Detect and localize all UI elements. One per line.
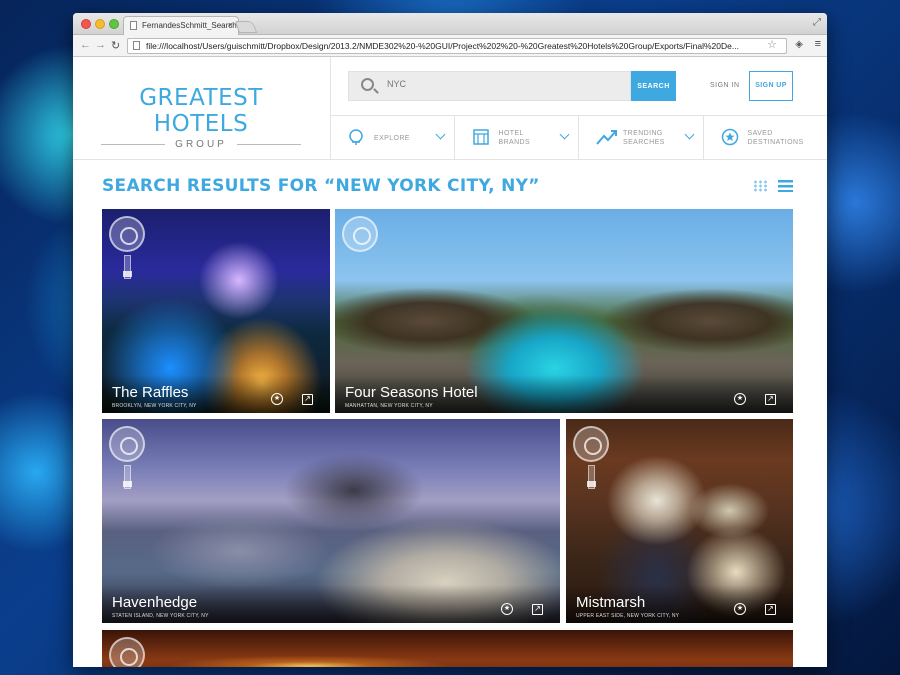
nav-label: HOTEL BRANDS xyxy=(499,129,551,147)
nav-label-line: SAVED xyxy=(747,130,773,137)
divider xyxy=(101,144,166,145)
bookmark-star-icon[interactable]: ☆ xyxy=(767,38,777,51)
new-tab-button[interactable] xyxy=(234,21,258,33)
globe-icon xyxy=(347,128,365,146)
share-icon[interactable]: ↗ xyxy=(532,604,543,615)
logo-subtitle: GROUP xyxy=(175,139,227,150)
page-icon xyxy=(130,21,137,30)
nav-label-line: SEARCHES xyxy=(623,139,665,146)
chevron-down-icon[interactable] xyxy=(435,129,445,140)
favorite-star-icon[interactable]: ★ xyxy=(271,393,283,405)
menu-icon[interactable]: ≡ xyxy=(815,38,821,50)
building-icon xyxy=(472,128,490,146)
hotel-location: UPPER EAST SIDE, NEW YORK CITY, NY xyxy=(576,613,680,619)
nav-label-line: TRENDING xyxy=(623,130,663,137)
trending-icon xyxy=(596,128,617,146)
chevron-down-icon[interactable] xyxy=(559,129,570,140)
nav-item-hotel-brands[interactable]: HOTEL BRANDS xyxy=(455,116,579,160)
divider xyxy=(236,144,302,145)
search-button[interactable]: SEARCH xyxy=(631,71,676,101)
extension-icon[interactable]: ◈ xyxy=(795,39,803,50)
share-icon[interactable]: ↗ xyxy=(765,604,776,615)
browser-toolbar: ← → ↻ file:///localhost/Users/guischmitt… xyxy=(73,35,827,57)
close-window-button[interactable] xyxy=(81,19,91,29)
fullscreen-icon[interactable]: ⤢ xyxy=(813,17,821,28)
hotel-location: STATEN ISLAND, NEW YORK CITY, NY xyxy=(112,613,209,619)
nav-label-line: BRANDS xyxy=(498,139,531,146)
zoom-slider[interactable] xyxy=(123,465,132,489)
favorite-star-icon[interactable]: ★ xyxy=(734,393,746,405)
hotel-card[interactable]: Four Seasons Hotel MANHATTAN, NEW YORK C… xyxy=(335,209,793,413)
tab-close-icon[interactable]: × xyxy=(228,20,233,30)
pan-control[interactable] xyxy=(109,637,145,667)
zoom-slider[interactable] xyxy=(587,465,596,489)
tab-title: FernandesSchmitt_SearchR xyxy=(142,21,239,30)
pan-control[interactable] xyxy=(342,216,378,252)
zoom-slider[interactable] xyxy=(123,255,132,279)
share-icon[interactable]: ↗ xyxy=(302,394,313,405)
sign-in-link[interactable]: SIGN IN xyxy=(710,82,740,89)
pan-control[interactable] xyxy=(573,426,609,462)
grid-view-icon[interactable] xyxy=(753,180,767,192)
page-icon xyxy=(133,41,140,50)
search-input[interactable] xyxy=(387,79,607,89)
minimize-window-button[interactable] xyxy=(95,19,105,29)
search-box[interactable] xyxy=(348,71,631,101)
hotel-card[interactable]: Havenhedge STATEN ISLAND, NEW YORK CITY,… xyxy=(102,419,560,623)
logo-title: GREATEST HOTELS xyxy=(139,85,263,137)
sign-up-button[interactable]: SIGN UP xyxy=(749,71,793,101)
nav-label: TRENDING SEARCHES xyxy=(623,129,675,147)
url-text: file:///localhost/Users/guischmitt/Dropb… xyxy=(146,41,739,51)
favorite-star-icon[interactable]: ★ xyxy=(501,603,513,615)
nav-label: SAVED DESTINATIONS xyxy=(747,129,804,147)
search-icon xyxy=(361,78,374,91)
chevron-down-icon[interactable] xyxy=(684,129,694,140)
favorite-star-icon[interactable]: ★ xyxy=(734,603,746,615)
list-view-icon[interactable] xyxy=(778,180,793,192)
forward-arrow-icon[interactable]: → xyxy=(95,39,106,51)
back-arrow-icon[interactable]: ← xyxy=(80,39,91,51)
share-icon[interactable]: ↗ xyxy=(765,394,776,405)
nav-label-line: DESTINATIONS xyxy=(747,139,804,146)
zoom-window-button[interactable] xyxy=(109,19,119,29)
nav-label-line: HOTEL xyxy=(498,130,524,137)
browser-titlebar: FernandesSchmitt_SearchR × ⤢ xyxy=(73,13,827,35)
hotel-name[interactable]: Havenhedge xyxy=(112,594,197,611)
browser-tab[interactable]: FernandesSchmitt_SearchR × xyxy=(123,16,239,35)
hotel-card[interactable]: Mistmarsh UPPER EAST SIDE, NEW YORK CITY… xyxy=(566,419,793,623)
hotel-card[interactable] xyxy=(102,630,793,667)
nav-item-saved[interactable]: SAVED DESTINATIONS xyxy=(704,116,828,160)
hotel-name[interactable]: Mistmarsh xyxy=(576,594,645,611)
site-header: GREATEST HOTELS GROUP SEARCH SIGN IN SIG… xyxy=(73,57,827,160)
hotel-card[interactable]: The Raffles BROOKLYN, NEW YORK CITY, NY … xyxy=(102,209,330,413)
reload-icon[interactable]: ↻ xyxy=(111,39,120,52)
logo-subtitle-row: GROUP xyxy=(101,139,302,150)
pan-control[interactable] xyxy=(109,216,145,252)
page-title: SEARCH RESULTS FOR “NEW YORK CITY, NY” xyxy=(102,176,540,196)
star-circle-icon xyxy=(721,128,739,146)
nav-label: EXPLORE xyxy=(374,135,410,142)
logo[interactable]: GREATEST HOTELS GROUP xyxy=(101,85,302,150)
main-nav: EXPLORE HOTEL BRANDS TRENDING SEARCHES S… xyxy=(330,115,827,160)
nav-item-trending[interactable]: TRENDING SEARCHES xyxy=(579,116,704,160)
address-bar[interactable]: file:///localhost/Users/guischmitt/Dropb… xyxy=(127,38,787,54)
pan-control[interactable] xyxy=(109,426,145,462)
browser-window: FernandesSchmitt_SearchR × ⤢ ← → ↻ file:… xyxy=(73,13,827,667)
hotel-location: MANHATTAN, NEW YORK CITY, NY xyxy=(345,403,433,409)
nav-item-explore[interactable]: EXPLORE xyxy=(330,116,455,160)
hotel-location: BROOKLYN, NEW YORK CITY, NY xyxy=(112,403,197,409)
hotel-name[interactable]: The Raffles xyxy=(112,384,188,401)
hotel-name[interactable]: Four Seasons Hotel xyxy=(345,384,478,401)
